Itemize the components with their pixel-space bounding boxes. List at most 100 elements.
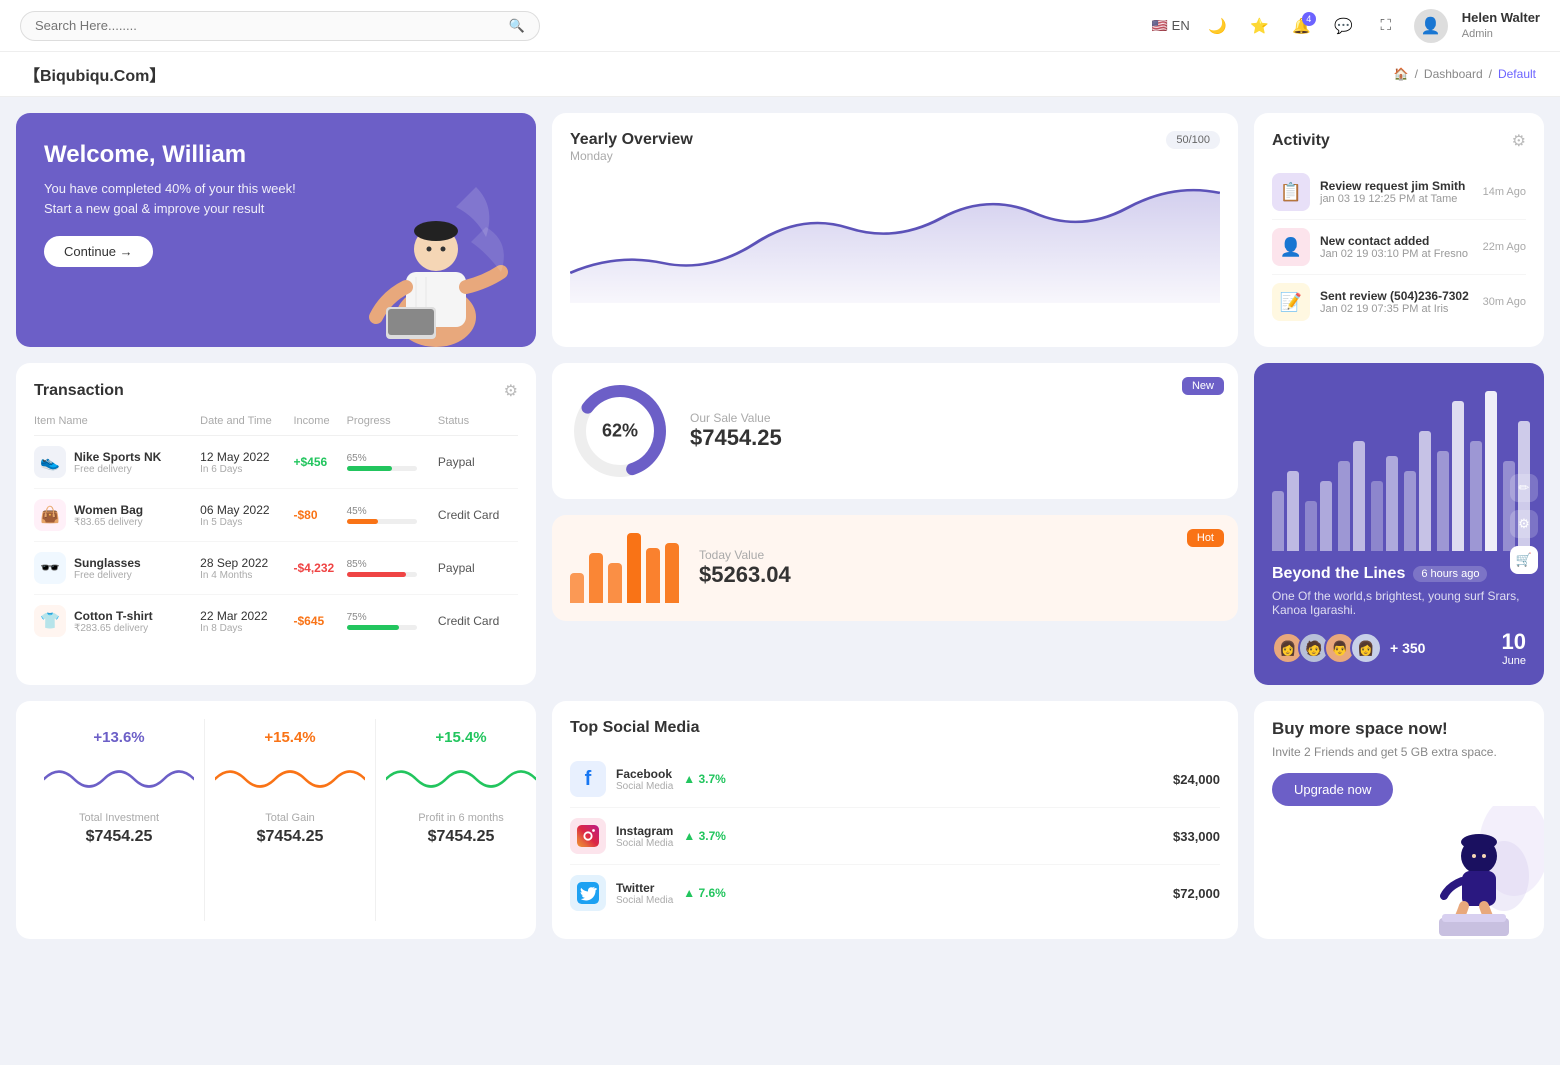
search-box[interactable]: 🔍 [20, 11, 540, 41]
today-label: Today Value [699, 548, 791, 562]
tx-progress-fill [347, 519, 379, 524]
tx-date-cell: 22 Mar 2022 In 8 Days [200, 595, 293, 648]
yearly-overview-subtitle: Monday [570, 149, 693, 163]
bar-group [1305, 481, 1332, 551]
beyond-date-month: June [1502, 655, 1526, 667]
notifications-icon[interactable]: 🔔 4 [1288, 12, 1316, 40]
activity-thumb: 📝 [1272, 283, 1310, 321]
messages-icon[interactable]: 💬 [1330, 12, 1358, 40]
breadcrumb-dashboard[interactable]: Dashboard [1424, 67, 1483, 81]
tx-progress-cell: 65% [347, 436, 438, 489]
activity-info: New contact added Jan 02 19 03:10 PM at … [1320, 234, 1473, 260]
yearly-overview-card: Yearly Overview Monday 50/100 [552, 113, 1238, 347]
language-selector[interactable]: 🇺🇸 EN [1151, 18, 1189, 34]
search-input[interactable] [35, 18, 501, 33]
activity-info: Review request jim Smith jan 03 19 12:25… [1320, 179, 1473, 205]
tx-date-cell: 28 Sep 2022 In 4 Months [200, 542, 293, 595]
main-content: Welcome, William You have completed 40% … [0, 97, 1560, 971]
social-item: Twitter Social Media ▲ 7.6% $72,000 [570, 865, 1220, 921]
tx-item-cell: 🕶️ Sunglasses Free delivery [34, 542, 200, 595]
tx-item-sub: Free delivery [74, 464, 161, 475]
beyond-bar [1320, 481, 1332, 551]
beyond-avatars-group: 👩 🧑 👨 👩 + 350 [1272, 632, 1425, 664]
beyond-desc: One Of the world,s brightest, young surf… [1272, 589, 1526, 617]
activity-list: 📋 Review request jim Smith jan 03 19 12:… [1272, 165, 1526, 329]
beyond-bar [1305, 501, 1317, 551]
tx-progress-cell: 85% [347, 542, 438, 595]
beyond-bar [1470, 441, 1482, 551]
continue-button[interactable]: Continue → [44, 236, 153, 267]
stat-card: +13.6% Total Investment $7454.25 [34, 719, 205, 921]
buy-space-card: Buy more space now! Invite 2 Friends and… [1254, 701, 1544, 939]
tx-date-cell: 12 May 2022 In 6 Days [200, 436, 293, 489]
beyond-settings-icon[interactable]: ⚙ [1510, 510, 1538, 538]
bar-group [1404, 431, 1431, 551]
beyond-bar [1437, 451, 1449, 551]
tx-date: 28 Sep 2022 [200, 556, 293, 570]
social-list: f Facebook Social Media ▲ 3.7% $24,000 I… [570, 751, 1220, 921]
tx-date: 22 Mar 2022 [200, 609, 293, 623]
activity-sub: jan 03 19 12:25 PM at Tame [1320, 193, 1473, 205]
tx-progress-fill [347, 572, 407, 577]
today-bar [589, 553, 603, 603]
tx-column-header: Status [438, 415, 518, 436]
beyond-bar [1272, 491, 1284, 551]
activity-title-text: New contact added [1320, 234, 1473, 248]
tx-income-cell: -$645 [294, 595, 347, 648]
buy-space-illustration [1404, 806, 1544, 939]
fullscreen-icon[interactable]: ⛶ [1372, 12, 1400, 40]
tx-column-header: Progress [347, 415, 438, 436]
beyond-cart-icon[interactable]: 🛒 [1510, 546, 1538, 574]
top-navigation: 🔍 🇺🇸 EN 🌙 ⭐ 🔔 4 💬 ⛶ 👤 Helen Walter Admin [0, 0, 1560, 52]
home-icon[interactable]: 🏠 [1394, 67, 1409, 81]
tx-progress-cell: 45% [347, 489, 438, 542]
today-bar-chart [570, 533, 679, 603]
tx-item-icon: 👕 [34, 605, 66, 637]
tx-item-sub: Free delivery [74, 570, 141, 581]
transaction-settings-icon[interactable]: ⚙ [504, 381, 518, 401]
tx-progress-cell: 75% [347, 595, 438, 648]
user-info[interactable]: Helen Walter Admin [1462, 10, 1540, 41]
beyond-date-num: 10 [1502, 629, 1526, 655]
beyond-bar [1353, 441, 1365, 551]
tx-item-name: Cotton T-shirt [74, 609, 153, 623]
tx-progress-label: 85% [347, 559, 438, 570]
user-avatar[interactable]: 👤 [1414, 9, 1448, 43]
tx-days: In 8 Days [200, 623, 293, 634]
tx-progress-label: 45% [347, 506, 438, 517]
stat-value: $7454.25 [386, 828, 536, 846]
yearly-overview-title: Yearly Overview [570, 131, 693, 149]
upgrade-button[interactable]: Upgrade now [1272, 773, 1393, 806]
tx-item-cell: 👜 Women Bag ₹83.65 delivery [34, 489, 200, 542]
stat-card: +15.4% Profit in 6 months $7454.25 [376, 719, 546, 921]
yearly-overview-header: Yearly Overview Monday 50/100 [570, 131, 1220, 163]
stat-value: $7454.25 [215, 828, 365, 846]
activity-info: Sent review (504)236-7302 Jan 02 19 07:3… [1320, 289, 1473, 315]
theme-toggle[interactable]: 🌙 [1204, 12, 1232, 40]
beyond-footer: 👩 🧑 👨 👩 + 350 10 June [1272, 629, 1526, 667]
transaction-title: Transaction [34, 382, 124, 400]
stat-pct: +15.4% [386, 729, 536, 746]
today-amount: $5263.04 [699, 562, 791, 588]
favorites-icon[interactable]: ⭐ [1246, 12, 1274, 40]
social-name: Facebook [616, 767, 673, 781]
social-pct: ▲ 3.7% [683, 772, 726, 786]
social-info: Facebook Social Media [616, 767, 673, 792]
bar-group [1437, 401, 1464, 551]
social-sub: Social Media [616, 895, 673, 906]
breadcrumb-bar: 【Biqubiqu.Com】 🏠 / Dashboard / Default [0, 52, 1560, 97]
stat-wave [44, 754, 194, 804]
beyond-bar [1404, 471, 1416, 551]
tx-date: 06 May 2022 [200, 503, 293, 517]
yearly-overview-chart [570, 173, 1220, 293]
activity-time: 22m Ago [1483, 241, 1526, 253]
tx-status-cell: Paypal [438, 436, 518, 489]
social-pct: ▲ 7.6% [683, 886, 726, 900]
activity-settings-icon[interactable]: ⚙ [1512, 131, 1526, 151]
transaction-header: Transaction ⚙ [34, 381, 518, 401]
beyond-date: 10 June [1502, 629, 1526, 667]
beyond-edit-icon[interactable]: ✏ [1510, 474, 1538, 502]
activity-time: 14m Ago [1483, 186, 1526, 198]
tx-progress-bar [347, 466, 417, 471]
stat-label: Total Gain [215, 812, 365, 824]
